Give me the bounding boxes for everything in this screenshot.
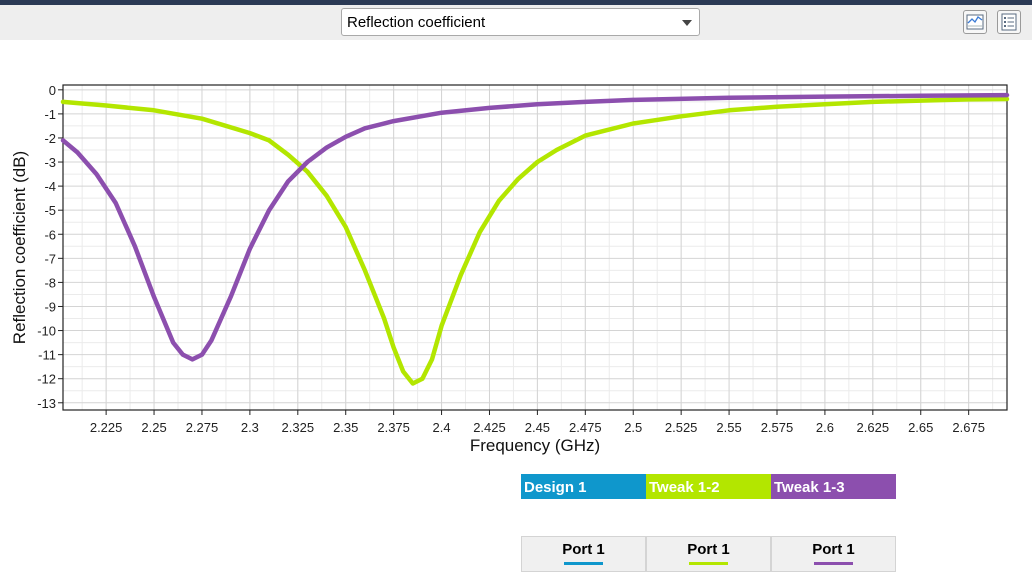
y-tick-label: -10	[37, 324, 56, 339]
y-tick-label: -9	[44, 299, 56, 314]
x-axis-ticks: 2.225 2.25 2.275 2.3 2.325 2.35 2.375 2.4 2.425 2…	[90, 410, 985, 435]
x-tick-label: 2.55	[716, 420, 741, 435]
port-tab-design-1[interactable]: Port 1	[521, 536, 646, 572]
x-tick-label: 2.275	[186, 420, 219, 435]
legend-item-tweak-1-2[interactable]: Tweak 1-2	[646, 474, 771, 499]
plot-view-button[interactable]	[963, 10, 987, 34]
y-axis-label: Reflection coefficient (dB)	[10, 151, 29, 344]
plot-view-icon	[966, 14, 984, 30]
legend-item-tweak-1-3[interactable]: Tweak 1-3	[771, 474, 896, 499]
x-tick-label: 2.3	[241, 420, 259, 435]
y-axis-ticks: 0 -1 -2 -3 -4 -5 -6 -7 -8 -9 -10 -11 -12 -13	[37, 83, 63, 411]
legend-item-design-1[interactable]: Design 1	[521, 474, 646, 499]
port-color-line	[564, 562, 603, 565]
x-tick-label: 2.375	[377, 420, 410, 435]
x-tick-label: 2.35	[333, 420, 358, 435]
x-tick-label: 2.5	[624, 420, 642, 435]
x-tick-label: 2.575	[761, 420, 794, 435]
x-tick-label: 2.6	[816, 420, 834, 435]
x-tick-label: 2.325	[282, 420, 315, 435]
toolbar: Reflection coefficient	[0, 5, 1032, 40]
x-tick-label: 2.4	[433, 420, 451, 435]
y-tick-label: -11	[38, 348, 56, 363]
port-selector: Port 1 Port 1 Port 1	[521, 536, 896, 572]
x-tick-label: 2.225	[90, 420, 123, 435]
plot-type-value: Reflection coefficient	[347, 14, 486, 31]
port-label: Port 1	[812, 541, 855, 558]
y-tick-label: -4	[44, 179, 56, 194]
y-tick-label: -13	[37, 396, 56, 411]
plot-type-dropdown[interactable]: Reflection coefficient	[341, 8, 700, 36]
x-axis-label: Frequency (GHz)	[470, 436, 600, 455]
x-tick-label: 2.65	[908, 420, 933, 435]
y-tick-label: -7	[44, 251, 56, 266]
reflection-coefficient-chart: 0-1-2-3-4-5-6-7-8-9-10-11-12-13 2.225 2.2…	[10, 83, 1010, 455]
port-color-line	[814, 562, 853, 565]
y-tick-label: -1	[44, 107, 56, 122]
y-tick-label: -3	[44, 155, 56, 170]
port-label: Port 1	[562, 541, 605, 558]
x-tick-label: 2.625	[857, 420, 890, 435]
port-color-line	[689, 562, 728, 565]
y-tick-label: -2	[44, 131, 56, 146]
y-tick-label: -5	[44, 203, 56, 218]
y-tick-label: 0	[49, 83, 56, 98]
x-tick-label: 2.425	[473, 420, 506, 435]
port-label: Port 1	[687, 541, 730, 558]
plot-area	[63, 85, 1007, 410]
x-tick-label: 2.45	[525, 420, 550, 435]
port-tab-tweak-1-2[interactable]: Port 1	[646, 536, 771, 572]
chevron-down-icon[interactable]	[682, 20, 692, 26]
y-tick-label: -8	[44, 275, 56, 290]
x-tick-label: 2.25	[141, 420, 166, 435]
port-tab-tweak-1-3[interactable]: Port 1	[771, 536, 896, 572]
table-view-button[interactable]	[997, 10, 1021, 34]
chart-grid	[63, 85, 1007, 410]
legend: Design 1 Tweak 1-2 Tweak 1-3	[521, 474, 896, 499]
x-tick-label: 2.675	[952, 420, 985, 435]
y-tick-label: -6	[44, 227, 56, 242]
table-view-icon	[1001, 13, 1017, 31]
y-tick-label: -12	[37, 372, 56, 387]
x-tick-label: 2.525	[665, 420, 698, 435]
x-tick-label: 2.475	[569, 420, 602, 435]
